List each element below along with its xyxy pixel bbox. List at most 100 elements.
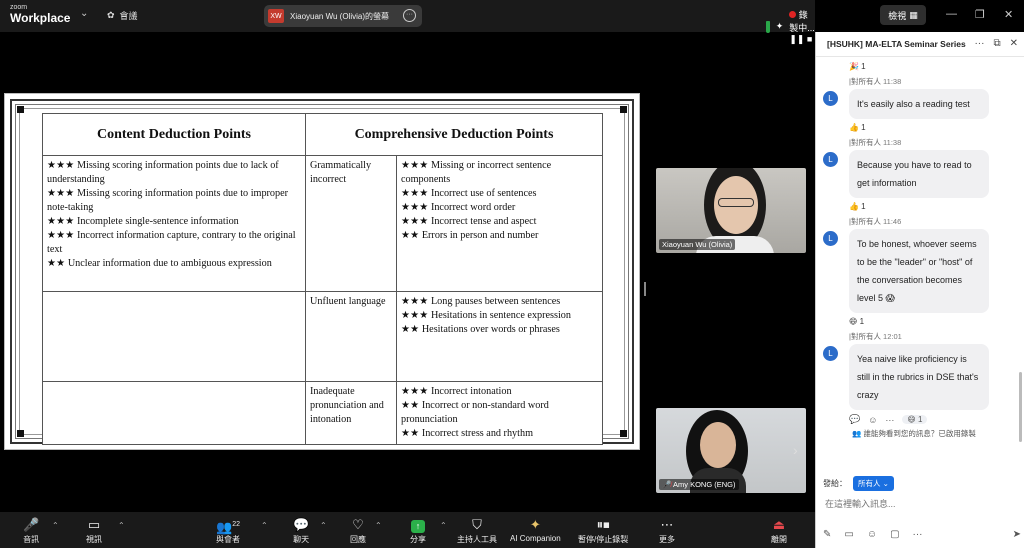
reaction[interactable]: 😄 1 — [902, 415, 928, 424]
shield-icon[interactable] — [766, 20, 770, 33]
host-tools-button[interactable]: ⛉ 主持人工具 — [457, 517, 497, 545]
timestamp: 12:01 — [883, 332, 902, 341]
sparkle-icon: ✦ — [529, 517, 541, 532]
more-icon[interactable]: ··· — [403, 9, 416, 22]
format-icon[interactable]: ✎ — [823, 529, 831, 540]
shared-screen-slide: Content Deduction Points Comprehensive D… — [4, 93, 640, 450]
video-tile[interactable]: Xiaoyuan Wu (Olivia) — [656, 168, 806, 253]
audio-button[interactable]: 🎤 音訊 — [23, 517, 39, 545]
chat-scrollbar[interactable] — [1019, 372, 1022, 442]
participant-name: 🎤̸ Amy KONG (ENG) — [659, 479, 739, 490]
empty-cell — [42, 381, 306, 445]
close-icon[interactable]: ✕ — [1010, 38, 1018, 49]
participants-button[interactable]: 👥22 與會者 — [216, 517, 240, 545]
react-button[interactable]: ♡ 回應 — [350, 517, 366, 545]
next-page-arrow[interactable]: › — [793, 442, 798, 458]
video-button[interactable]: ▭ 視訊 — [86, 517, 102, 545]
audio-options-chevron[interactable]: ⌃ — [52, 521, 59, 530]
minimize-icon[interactable]: — — [946, 8, 957, 20]
deduction-point: ★★ Errors in person and number — [401, 230, 539, 241]
chevron-down-icon[interactable]: ⌄ — [80, 8, 88, 19]
participant-face — [700, 422, 736, 468]
chat-message[interactable]: L Because you have to read to get inform… — [823, 150, 989, 198]
reaction[interactable]: 😄 1 — [849, 313, 1024, 331]
avatar: L — [823, 91, 838, 106]
muted-mic-icon: 🎤̸ — [662, 480, 672, 489]
chat-header-icons: ··· ⧉ ✕ — [974, 38, 1018, 49]
ai-companion-button[interactable]: ✦ AI Companion — [510, 517, 561, 543]
deduction-point: ★★★ Incorrect word order — [401, 202, 516, 213]
video-tile[interactable]: 🎤̸ Amy KONG (ENG) — [656, 408, 806, 493]
close-icon[interactable]: ✕ — [1004, 8, 1013, 21]
reaction[interactable]: 👍 1 — [849, 119, 1024, 137]
attach-icon[interactable]: ▢ — [890, 529, 899, 540]
react-options-chevron[interactable]: ⌃ — [375, 521, 382, 530]
share-button[interactable]: ↑ 分享 — [410, 517, 426, 545]
deduction-point: ★★ Incorrect stress and rhythm — [401, 428, 533, 439]
deduction-point: ★★★ Missing or incorrect sentence compon… — [401, 160, 552, 185]
add-reaction-icon[interactable]: ☺ — [868, 415, 877, 425]
leave-button[interactable]: ⏏ 離開 — [771, 517, 787, 545]
meeting-toolbar: 🎤 音訊 ⌃ ▭ 視訊 ⌃ 👥22 與會者 ⌃ 💬 聊天 ⌃ ♡ 回應 ⌃ ↑ … — [0, 512, 815, 548]
logo-line2: Workplace — [10, 11, 71, 25]
corner-ornament — [17, 430, 24, 437]
zoom-logo: zoom Workplace — [10, 4, 70, 24]
chat-icon: 💬 — [293, 517, 310, 532]
participant-name: Xiaoyuan Wu (Olivia) — [659, 239, 736, 250]
category-cell: Grammatically incorrect — [305, 155, 397, 292]
share-options-chevron[interactable]: ⌃ — [440, 521, 447, 530]
recipient: |對所有人 — [849, 332, 881, 341]
recipient: |對所有人 — [849, 217, 881, 226]
video-options-chevron[interactable]: ⌃ — [118, 521, 125, 530]
corner-ornament — [17, 106, 24, 113]
category-cell: Unfluent language — [305, 291, 397, 382]
chat-header: [HSUHK] MA-ELTA Seminar Series ··· ⧉ ✕ — [816, 32, 1024, 57]
meeting-menu[interactable]: ✿ 會議 — [107, 9, 138, 22]
content-point: ★★★ Missing scoring information points d… — [47, 188, 289, 213]
popout-icon[interactable]: ⧉ — [993, 38, 1000, 49]
more-icon[interactable]: ··· — [974, 38, 984, 49]
category-points-cell: ★★★ Incorrect intonation ★★ Incorrect or… — [396, 381, 603, 445]
participants-options-chevron[interactable]: ⌃ — [261, 521, 268, 530]
table-row: ★★★ Missing scoring information points d… — [42, 155, 603, 292]
more-icon[interactable]: ··· — [913, 529, 923, 540]
content-point: ★★★ Incorrect information capture, contr… — [47, 230, 296, 255]
view-button[interactable]: 檢視 ▦ — [880, 5, 926, 25]
send-icon[interactable]: ➤ — [1013, 529, 1021, 540]
sparkle-icon[interactable]: ✦ — [776, 21, 784, 32]
chat-input[interactable] — [825, 495, 1015, 513]
people-icon: 👥 — [852, 429, 862, 438]
reaction[interactable]: 🎉 1 — [849, 58, 1024, 76]
glasses-icon — [718, 198, 754, 207]
chat-message[interactable]: L Yea naive like proficiency is still in… — [823, 344, 989, 410]
visibility-notice[interactable]: 👥 誰能夠看到您的訊息？已啟用錄製 — [852, 428, 1024, 439]
record-dot-icon — [789, 11, 797, 18]
more-icon: ⋯ — [660, 517, 674, 532]
chat-message[interactable]: L It's easily also a reading test — [823, 89, 989, 119]
more-button[interactable]: ⋯ 更多 — [659, 517, 675, 545]
split-view-handle[interactable] — [644, 282, 646, 296]
comprehensive-deduction-header: Comprehensive Deduction Points — [305, 113, 603, 156]
table-header-row: Content Deduction Points Comprehensive D… — [42, 113, 603, 156]
send-to-row: 發給： 所有人 ⌄ — [823, 476, 894, 491]
top-bar: zoom Workplace ⌄ ✿ 會議 XW Xiaoyuan Wu (Ol… — [0, 0, 1013, 44]
recipient-select[interactable]: 所有人 ⌄ — [853, 476, 894, 491]
message-meta: |對所有人 11:38 — [849, 76, 1024, 87]
chat-button[interactable]: 💬 聊天 — [293, 517, 309, 545]
record-button[interactable]: ⏸⏹ 暫停/停止錄製 — [578, 517, 628, 545]
screen-share-indicator[interactable]: XW Xiaoyuan Wu (Olivia)的螢幕 ··· — [264, 5, 422, 27]
deduction-point: ★★★ Incorrect use of sentences — [401, 188, 537, 199]
screenshot-icon[interactable]: ▭ — [844, 529, 853, 540]
more-icon[interactable]: ··· — [885, 415, 894, 425]
restore-icon[interactable]: ❐ — [975, 8, 985, 21]
ai-companion-label: AI Companion — [510, 534, 561, 543]
chat-message[interactable]: L To be honest, whoever seems to be the … — [823, 229, 989, 313]
reply-icon[interactable]: 💬 — [849, 414, 860, 425]
share-label: 分享 — [410, 535, 426, 544]
recording-indicator[interactable]: 錄製中... ❚❚ ■ — [789, 8, 815, 45]
chat-options-chevron[interactable]: ⌃ — [320, 521, 327, 530]
emoji-icon[interactable]: ☺ — [867, 529, 877, 540]
chat-input-tools: ✎ ▭ ☺ ▢ ··· ➤ — [823, 529, 1021, 540]
reaction[interactable]: 👍 1 — [849, 198, 1024, 216]
avatar: L — [823, 152, 838, 167]
